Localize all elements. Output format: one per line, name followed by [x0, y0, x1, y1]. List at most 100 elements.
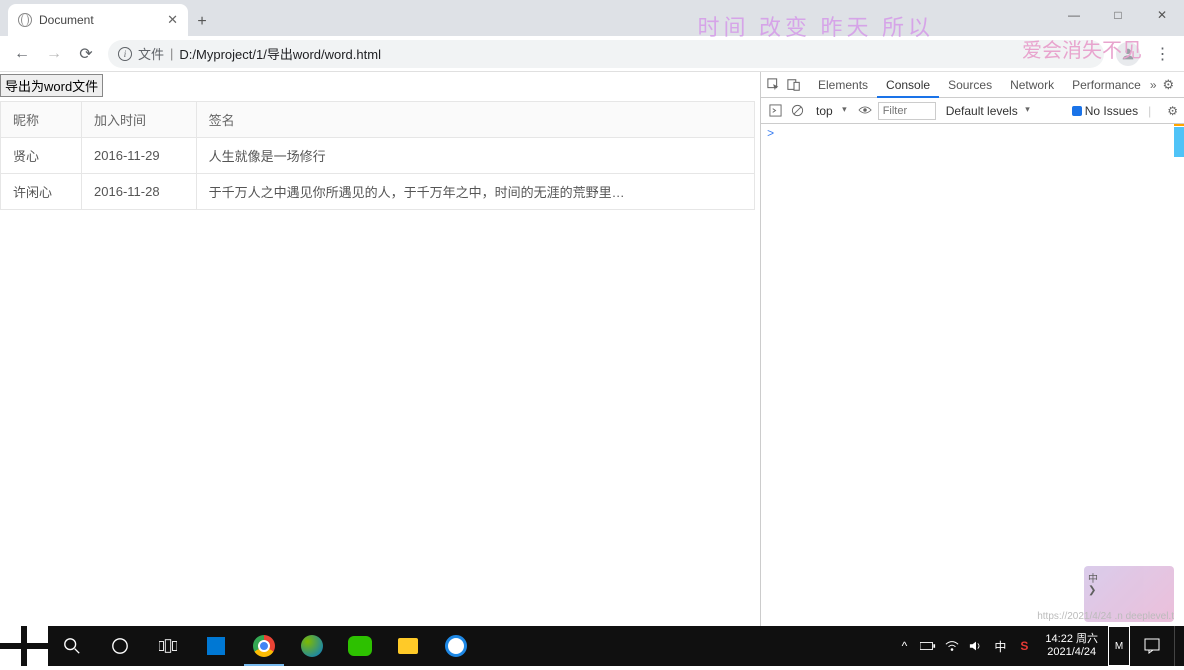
tray-wifi-icon[interactable] [941, 626, 963, 666]
console-settings-icon[interactable]: ⚙ [1167, 104, 1178, 118]
tray-ime[interactable]: 中 [989, 626, 1011, 666]
tab-network[interactable]: Network [1001, 72, 1063, 98]
taskbar-edge[interactable] [288, 626, 336, 666]
devtools-tabbar: Elements Console Sources Network Perform… [761, 72, 1184, 98]
devtools-panel: Elements Console Sources Network Perform… [760, 72, 1184, 626]
clock-date: 2021/4/24 [1047, 646, 1096, 659]
taskview-button[interactable] [144, 626, 192, 666]
watermark-url: https://2021/4/24 .n deeplevel.t [1037, 611, 1174, 622]
inspect-element-icon[interactable] [765, 76, 783, 94]
context-value: top [816, 104, 847, 118]
show-desktop-button[interactable] [1174, 626, 1180, 666]
taskview-icon [159, 639, 177, 653]
notifications-button[interactable] [1132, 638, 1172, 654]
folder-icon [398, 638, 418, 654]
start-button[interactable] [0, 626, 48, 666]
toolbar-divider: | [1148, 104, 1151, 118]
taskbar: ^ 中 S 14:22 周六 2021/4/24 M [0, 626, 1184, 666]
issues-label: No Issues [1085, 104, 1138, 118]
taskbar-wechat[interactable] [336, 626, 384, 666]
browser-tab[interactable]: Document ✕ [8, 4, 188, 36]
console-filter-input[interactable] [878, 102, 936, 120]
browser-menu-button[interactable]: ⋮ [1148, 40, 1176, 68]
window-controls: — □ ✕ [1052, 0, 1184, 30]
console-output[interactable]: > [761, 124, 1184, 626]
chrome-icon [253, 635, 275, 657]
ime-arrow: ❯ [1088, 585, 1170, 596]
url-path: D:/Myproject/1/导出word/word.html [179, 44, 381, 63]
issue-icon [1072, 106, 1082, 116]
tab-bar: Document ✕ + — □ ✕ [0, 0, 1184, 36]
circle-icon [111, 637, 129, 655]
person-icon [1120, 46, 1136, 62]
edge-icon [301, 635, 323, 657]
taskbar-explorer[interactable] [384, 626, 432, 666]
tab-performance[interactable]: Performance [1063, 72, 1150, 98]
minimize-button[interactable]: — [1052, 0, 1096, 30]
console-toolbar: top Default levels No Issues | ⚙ [761, 98, 1184, 124]
tray-battery-icon[interactable] [917, 626, 939, 666]
address-bar: ← → ⟳ i 文件 | D:/Myproject/1/导出word/word.… [0, 36, 1184, 72]
tray-input-icon[interactable]: M [1108, 626, 1130, 666]
browser360-icon [445, 635, 467, 657]
url-scheme: 文件 [138, 44, 164, 63]
cell: 于千万人之中遇见你所遇见的人，于千万年之中，时间的无涯的荒野里… [196, 174, 754, 210]
clear-console-icon[interactable] [789, 103, 805, 119]
table-row: 贤心 2016-11-29 人生就像是一场修行 [1, 138, 755, 174]
tray-volume-icon[interactable] [965, 626, 987, 666]
profile-button[interactable] [1116, 42, 1140, 66]
devtools-settings-icon[interactable]: ⚙ [1163, 77, 1175, 93]
close-window-button[interactable]: ✕ [1140, 0, 1184, 30]
search-button[interactable] [48, 626, 96, 666]
app-icon [207, 637, 225, 655]
tab-sources[interactable]: Sources [939, 72, 1001, 98]
cortana-button[interactable] [96, 626, 144, 666]
table-row: 许闲心 2016-11-28 于千万人之中遇见你所遇见的人，于千万年之中，时间的… [1, 174, 755, 210]
toggle-sidebar-icon[interactable] [767, 103, 783, 119]
issues-button[interactable]: No Issues [1072, 104, 1138, 118]
live-expression-icon[interactable] [858, 104, 872, 118]
notification-icon [1144, 638, 1160, 654]
col-nickname: 昵称 [1, 102, 82, 138]
maximize-button[interactable]: □ [1096, 0, 1140, 30]
forward-button[interactable]: → [40, 40, 68, 68]
tray-sogou-icon[interactable]: S [1013, 626, 1035, 666]
taskbar-chrome[interactable] [240, 626, 288, 666]
devtools-menu-icon[interactable]: ⋮ [1180, 78, 1184, 92]
url-field[interactable]: i 文件 | D:/Myproject/1/导出word/word.html [108, 40, 1104, 68]
console-gutter [1174, 124, 1184, 626]
reload-button[interactable]: ⟳ [72, 40, 100, 68]
info-icon[interactable]: i [118, 47, 132, 61]
back-button[interactable]: ← [8, 40, 36, 68]
close-tab-icon[interactable]: ✕ [167, 12, 178, 28]
url-separator: | [170, 46, 173, 61]
cell: 2016-11-29 [82, 138, 197, 174]
cell: 2016-11-28 [82, 174, 197, 210]
export-word-button[interactable]: 导出为word文件 [0, 74, 103, 97]
ime-lang: 中 [1088, 570, 1170, 585]
taskbar-clock[interactable]: 14:22 周六 2021/4/24 [1037, 633, 1106, 659]
tray-chevron[interactable]: ^ [893, 626, 915, 666]
globe-icon [18, 13, 32, 27]
cell: 人生就像是一场修行 [196, 138, 754, 174]
cell: 许闲心 [1, 174, 82, 210]
windows-icon [0, 622, 48, 670]
tab-elements[interactable]: Elements [809, 72, 877, 98]
context-selector[interactable]: top [811, 103, 852, 119]
device-toggle-icon[interactable] [785, 76, 803, 94]
page-content: 导出为word文件 昵称 加入时间 签名 贤心 2016-11-29 人生就像是… [0, 72, 760, 626]
col-signature: 签名 [196, 102, 754, 138]
taskbar-app[interactable] [192, 626, 240, 666]
new-tab-button[interactable]: + [188, 8, 216, 36]
taskbar-360[interactable] [432, 626, 480, 666]
clock-weekday: 周六 [1076, 633, 1098, 645]
tab-console[interactable]: Console [877, 72, 939, 98]
data-table: 昵称 加入时间 签名 贤心 2016-11-29 人生就像是一场修行 许闲心 2… [0, 101, 755, 210]
wechat-icon [348, 636, 372, 656]
more-tabs-button[interactable]: » [1150, 78, 1157, 92]
log-levels-dropdown[interactable]: Default levels [942, 104, 1030, 118]
search-icon [63, 637, 81, 655]
console-prompt: > [767, 127, 774, 141]
tab-title: Document [39, 13, 94, 27]
col-jointime: 加入时间 [82, 102, 197, 138]
